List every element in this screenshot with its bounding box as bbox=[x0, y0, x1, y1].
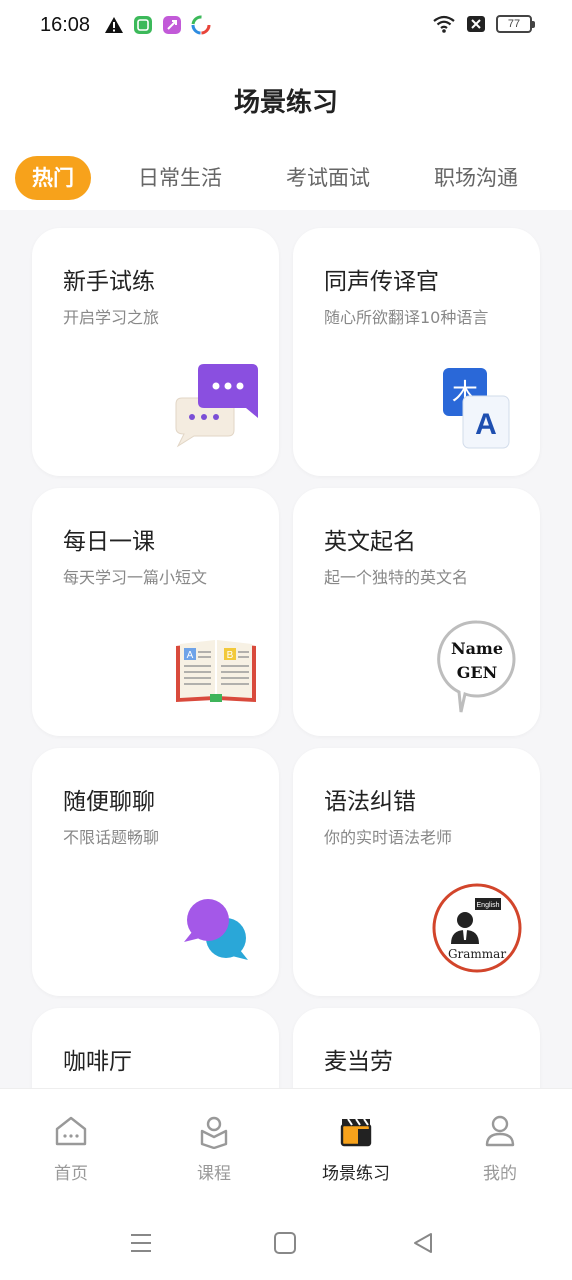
sim-off-icon bbox=[467, 16, 485, 32]
card-title: 新手试练 bbox=[63, 269, 155, 295]
nav-home[interactable]: 首页 bbox=[21, 1113, 121, 1184]
badge-top: English bbox=[477, 902, 500, 909]
card-title: 语法纠错 bbox=[324, 789, 416, 815]
chat-bubbles-icon bbox=[175, 364, 258, 448]
tab-workplace[interactable]: 职场沟通 bbox=[424, 156, 528, 200]
card-title: 英文起名 bbox=[324, 529, 416, 555]
svg-text:A: A bbox=[187, 650, 194, 661]
notification-icons bbox=[104, 15, 211, 35]
home-square-icon[interactable] bbox=[272, 1230, 298, 1256]
bottom-navigation: 首页 课程 场景练习 我的 bbox=[0, 1088, 572, 1206]
card-title: 随便聊聊 bbox=[63, 789, 155, 815]
battery-icon: 77 bbox=[496, 15, 535, 33]
nav-label: 课程 bbox=[197, 1164, 231, 1184]
page-title: 场景练习 bbox=[233, 88, 338, 118]
card-subtitle: 不限话题畅聊 bbox=[63, 828, 160, 847]
nav-label: 首页 bbox=[54, 1164, 88, 1184]
scene-card-interpreter[interactable]: 同声传译官 随心所欲翻译10种语言 木 A bbox=[293, 228, 540, 476]
scene-card-mcdonalds[interactable]: 麦当劳 bbox=[293, 1008, 540, 1088]
svg-text:A: A bbox=[475, 408, 497, 441]
app-icon-purple bbox=[163, 16, 181, 34]
badge-bottom: Grammar bbox=[448, 947, 506, 961]
warning-icon bbox=[105, 17, 123, 33]
chat-bubbles-color-icon bbox=[184, 899, 248, 960]
scene-card-english-name[interactable]: 英文起名 起一个独特的英文名 Name GEN bbox=[293, 488, 540, 736]
scene-grid: 新手试练 开启学习之旅 同声传译官 随心所欲翻译10种语言 木 A 每日一课 每… bbox=[0, 210, 572, 1088]
card-title: 咖啡厅 bbox=[63, 1049, 132, 1075]
system-status-icons: 77 bbox=[432, 14, 535, 34]
card-title: 同声传译官 bbox=[324, 269, 439, 295]
card-title: 麦当劳 bbox=[324, 1049, 393, 1075]
tab-daily-life[interactable]: 日常生活 bbox=[128, 156, 232, 200]
wifi-icon bbox=[433, 15, 455, 33]
badge-line1: Name bbox=[451, 639, 503, 658]
back-icon[interactable] bbox=[410, 1230, 436, 1256]
scene-card-daily-lesson[interactable]: 每日一课 每天学习一篇小短文 A B bbox=[32, 488, 279, 736]
grammar-teacher-icon: English Grammar bbox=[432, 883, 522, 973]
tab-exam-interview[interactable]: 考试面试 bbox=[276, 156, 380, 200]
nav-label: 场景练习 bbox=[322, 1164, 390, 1184]
nav-profile[interactable]: 我的 bbox=[450, 1113, 550, 1184]
nav-scene-practice[interactable]: 场景练习 bbox=[306, 1113, 406, 1184]
scene-card-grammar[interactable]: 语法纠错 你的实时语法老师 English Grammar bbox=[293, 748, 540, 996]
system-navigation-bar bbox=[0, 1206, 572, 1280]
course-icon bbox=[200, 1116, 228, 1149]
page-header: 场景练习 bbox=[0, 52, 572, 148]
open-book-icon: A B bbox=[176, 640, 256, 702]
card-subtitle: 起一个独特的英文名 bbox=[324, 568, 469, 587]
scene-card-cafe[interactable]: 咖啡厅 bbox=[32, 1008, 279, 1088]
status-bar: 16:08 77 bbox=[0, 0, 572, 52]
scene-card-free-chat[interactable]: 随便聊聊 不限话题畅聊 bbox=[32, 748, 279, 996]
badge-line2: GEN bbox=[457, 663, 497, 682]
name-badge-icon: Name GEN bbox=[437, 620, 516, 713]
clapperboard-icon bbox=[340, 1118, 372, 1147]
tab-hot[interactable]: 热门 bbox=[15, 156, 91, 200]
nav-course[interactable]: 课程 bbox=[164, 1113, 264, 1184]
svg-text:B: B bbox=[227, 650, 234, 661]
scene-card-beginner[interactable]: 新手试练 开启学习之旅 bbox=[32, 228, 279, 476]
card-subtitle: 你的实时语法老师 bbox=[324, 828, 453, 847]
card-subtitle: 开启学习之旅 bbox=[63, 308, 160, 327]
translate-icon: 木 A bbox=[443, 368, 510, 449]
nav-label: 我的 bbox=[483, 1164, 517, 1184]
card-title: 每日一课 bbox=[63, 529, 155, 555]
profile-icon bbox=[485, 1115, 515, 1147]
card-subtitle: 随心所欲翻译10种语言 bbox=[324, 308, 489, 327]
category-tabs: 热门 日常生活 考试面试 职场沟通 bbox=[0, 148, 572, 210]
home-icon bbox=[55, 1116, 87, 1146]
app-icon-green bbox=[134, 16, 152, 34]
card-subtitle: 每天学习一篇小短文 bbox=[63, 568, 208, 587]
app-icon-colorful bbox=[191, 15, 211, 35]
status-time: 16:08 bbox=[40, 14, 91, 36]
menu-icon[interactable] bbox=[128, 1230, 154, 1256]
